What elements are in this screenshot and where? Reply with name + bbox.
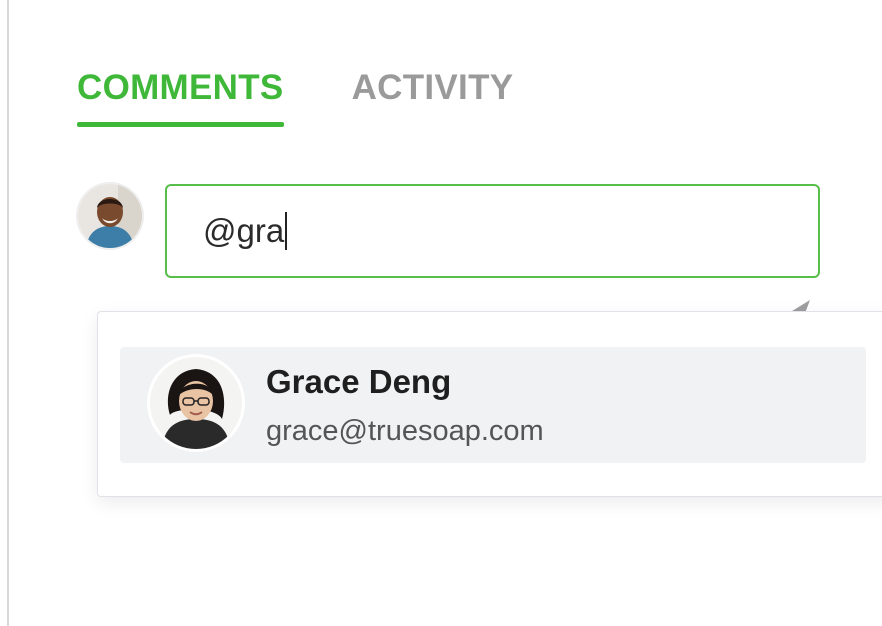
mention-dropdown: Grace Deng grace@truesoap.com — [97, 311, 882, 497]
current-user-avatar — [78, 184, 142, 248]
comment-input-value: @gra — [203, 212, 285, 249]
tab-activity[interactable]: ACTIVITY — [352, 66, 514, 130]
mention-suggestion-item[interactable]: Grace Deng grace@truesoap.com — [120, 347, 866, 463]
comments-panel: COMMENTS ACTIVITY @gra Grace Deng grace@… — [0, 0, 882, 626]
tab-comments[interactable]: COMMENTS — [77, 66, 284, 130]
text-caret — [285, 212, 288, 250]
comment-input[interactable]: @gra — [165, 184, 820, 278]
tab-bar: COMMENTS ACTIVITY — [77, 66, 513, 130]
panel-divider — [7, 0, 9, 626]
mention-user-name: Grace Deng — [266, 363, 452, 400]
avatar — [150, 357, 242, 449]
mention-user-email: grace@truesoap.com — [266, 415, 544, 447]
